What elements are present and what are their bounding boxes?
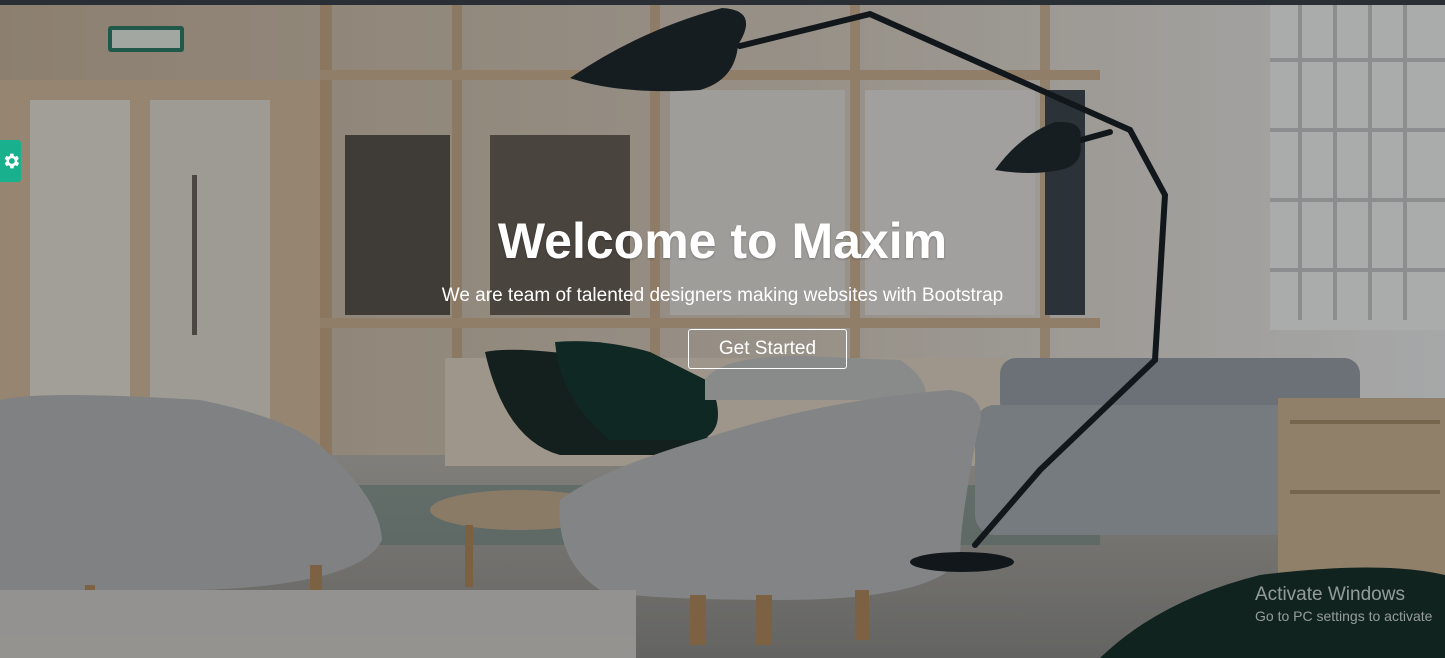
hero-subtitle: We are team of talented designers making… [441,285,1004,306]
hero-title: Welcome to Maxim [497,213,948,269]
watermark-subtitle: Go to PC settings to activate [1255,608,1433,624]
top-edge-strip [0,0,1445,5]
activate-windows-watermark: Activate Windows Go to PC settings to ac… [1255,584,1432,626]
watermark-title: Activate Windows [1255,584,1405,605]
get-started-button[interactable]: Get Started [688,329,847,369]
gear-icon [4,153,19,169]
hero-section: Welcome to Maxim We are team of talented… [0,0,1445,658]
settings-toggle-button[interactable] [0,140,21,182]
